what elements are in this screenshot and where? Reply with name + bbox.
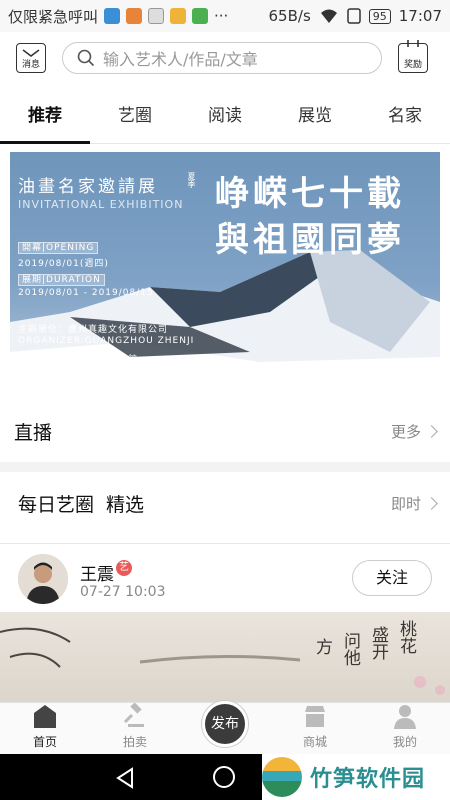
user-photo — [18, 554, 68, 604]
banner-subtitle: INVITATIONAL EXHIBITION — [18, 198, 184, 211]
live-more-link[interactable]: 更多 — [390, 421, 438, 442]
banner-season: 夏季 — [187, 172, 196, 188]
network-speed: 65B/s — [268, 7, 311, 25]
duration-label: 展期|DURATION — [18, 272, 105, 286]
category-tabs: 推荐 艺圈 阅读 展览 名家 — [0, 90, 450, 144]
daily-more-link[interactable]: 即时 — [390, 493, 438, 514]
nav-auction-label: 拍卖 — [122, 735, 147, 749]
sim-icon — [347, 8, 361, 24]
watermark-text: 竹笋软件园 — [310, 767, 426, 792]
nav-home[interactable]: 首页 — [0, 703, 90, 754]
avatar[interactable] — [18, 554, 68, 604]
artist-badge: 艺 — [116, 560, 132, 576]
banner-title: 油畫名家邀請展 — [18, 177, 158, 197]
watermark: 竹笋软件园 — [262, 754, 450, 800]
nav-mall[interactable]: 商城 — [270, 703, 360, 754]
nav-profile[interactable]: 我的 — [360, 703, 450, 754]
notification-icon — [126, 8, 143, 24]
search-icon — [77, 49, 95, 67]
opening-date: 2019/08/01(週四) — [18, 259, 109, 269]
search-input[interactable]: 输入艺术人/作品/文章 — [62, 42, 382, 74]
reward-label: 奖励 — [403, 60, 422, 70]
daily-title: 每日艺圈 — [18, 493, 95, 516]
organizer-cn: 主辦單位：廣州真趣文化有限公司 — [18, 325, 169, 335]
tab-masters[interactable]: 名家 — [360, 90, 450, 143]
store-icon — [305, 706, 325, 727]
home-circle-icon[interactable] — [213, 766, 235, 788]
status-bar: 仅限紧急呼叫 ··· 65B/s 95 17:07 — [0, 0, 450, 32]
daily-more-label: 即时 — [390, 494, 421, 513]
duration-dates: 2019/08/01 - 2019/08/15 — [18, 288, 154, 298]
battery-indicator: 95 — [368, 8, 391, 24]
top-header: 消息 输入艺术人/作品/文章 奖励 — [0, 36, 450, 80]
nav-mall-label: 商城 — [302, 735, 327, 749]
banner-headline-1: 峥嵘七十載 — [215, 174, 405, 214]
chevron-right-icon — [425, 424, 438, 438]
daily-section-header: 每日艺圈 精选 即时 — [0, 482, 450, 524]
live-more-label: 更多 — [390, 422, 421, 441]
row-divider — [0, 543, 450, 544]
notification-icon — [170, 8, 187, 24]
tab-reading[interactable]: 阅读 — [180, 90, 270, 143]
messages-button[interactable]: 消息 — [16, 43, 46, 73]
exhibition-banner[interactable]: 油畫名家邀請展 夏季 INVITATIONAL EXHIBITION 峥嵘七十載… — [10, 152, 440, 392]
post-artwork[interactable]: 桃花 盛开 问他 方 — [0, 612, 450, 704]
post-author-name[interactable]: 王震 — [80, 560, 114, 585]
post-time: 07-27 10:03 — [80, 584, 166, 600]
back-icon[interactable] — [114, 767, 136, 789]
notification-icon — [104, 8, 121, 24]
clock: 17:07 — [398, 7, 442, 25]
tab-art-circle[interactable]: 艺圈 — [90, 90, 180, 143]
section-divider — [0, 462, 450, 472]
calendar-icon — [407, 40, 419, 47]
reward-button[interactable]: 奖励 — [398, 40, 428, 73]
carrier-text: 仅限紧急呼叫 — [8, 7, 99, 26]
chevron-right-icon — [425, 496, 438, 510]
follow-button[interactable]: 关注 — [352, 560, 432, 596]
bottom-navigation: 首页 拍卖 发布 商城 我的 — [0, 701, 450, 754]
gavel-icon — [123, 703, 144, 727]
organizer-en: ORGANIZER:GUANGZHOU ZHENJI — [18, 336, 195, 346]
tab-exhibition[interactable]: 展览 — [270, 90, 360, 143]
daily-tag: 精选 — [106, 493, 145, 516]
nav-home-label: 首页 — [32, 735, 57, 749]
publish-button[interactable]: 发布 — [202, 701, 248, 747]
wifi-icon — [320, 9, 337, 23]
nav-publish[interactable]: 发布 — [180, 701, 270, 754]
search-placeholder: 输入艺术人/作品/文章 — [103, 50, 258, 69]
notification-icon — [148, 8, 165, 24]
live-title: 直播 — [14, 421, 53, 444]
nav-profile-label: 我的 — [392, 735, 417, 749]
nav-auction[interactable]: 拍卖 — [90, 703, 180, 754]
home-icon — [34, 705, 56, 728]
more-notifications-icon: ··· — [214, 7, 229, 25]
watermark-logo-icon — [262, 757, 302, 797]
painting-brushstrokes — [0, 627, 445, 695]
live-section-header: 直播 更多 — [0, 410, 450, 452]
banner-headline-2: 與祖國同夢 — [215, 220, 405, 260]
opening-label: 開幕|OPENING — [18, 240, 99, 254]
venue-cn: 展覽地址：真趣線上展覽館 — [18, 355, 139, 365]
venue-en: AVENUE:ZHENJI ONLINE MUSEUM — [18, 366, 195, 376]
notification-icon — [192, 8, 209, 24]
person-icon — [394, 705, 416, 729]
tab-recommend[interactable]: 推荐 — [0, 90, 90, 144]
envelope-icon — [22, 49, 40, 57]
